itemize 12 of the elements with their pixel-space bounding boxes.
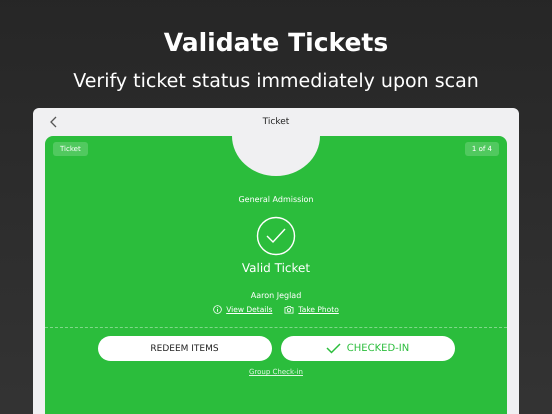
holder-name: Aaron Jeglad — [250, 291, 302, 300]
headline: Validate Tickets — [164, 27, 388, 59]
info-icon — [213, 305, 222, 314]
checked-in-button[interactable]: CHECKED-IN — [280, 336, 454, 361]
admission-type: General Admission — [238, 195, 314, 204]
camera-icon — [284, 305, 294, 314]
ticket-status: Valid Ticket — [242, 261, 310, 275]
checkmark-icon — [326, 343, 341, 354]
back-icon[interactable] — [49, 116, 57, 128]
action-button[interactable]: REDEEM ITEMS — [98, 336, 272, 361]
screen-title: Ticket — [262, 117, 290, 127]
subheadline: Verify ticket status immediately upon scan — [73, 69, 479, 94]
